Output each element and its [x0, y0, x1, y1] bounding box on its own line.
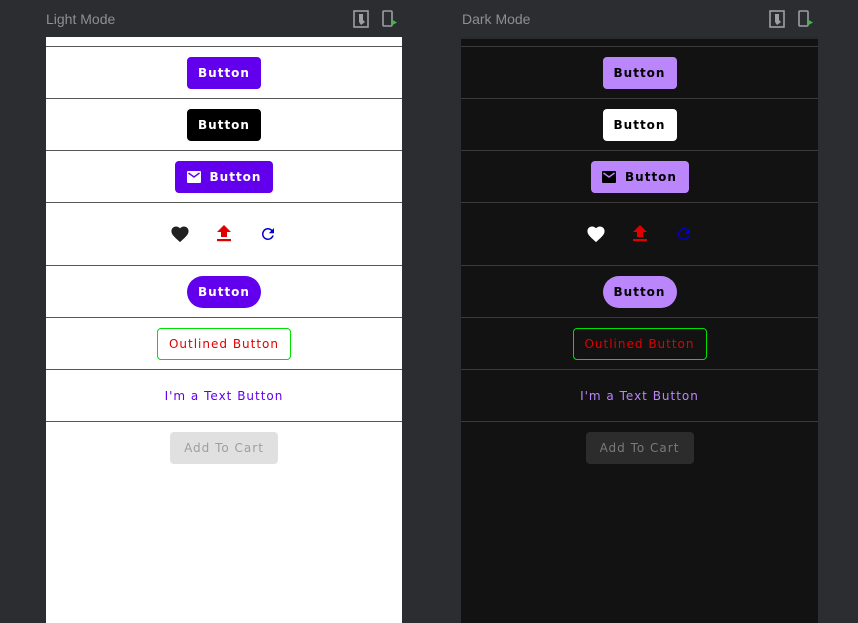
pill-button[interactable]: Button — [187, 275, 261, 308]
favorite-button[interactable] — [168, 222, 192, 246]
contained-button[interactable]: Button — [602, 56, 677, 89]
portrait-device-icon[interactable] — [352, 10, 370, 28]
row-icon-button: Button — [461, 150, 818, 202]
row-disabled-button: Add To Cart — [461, 421, 818, 473]
contained-button[interactable]: Button — [187, 56, 261, 89]
heart-icon — [171, 226, 189, 243]
mail-icon — [602, 170, 617, 183]
device-preview-icon[interactable] — [796, 10, 814, 28]
row-black-button: Button — [461, 98, 818, 150]
mail-button-label: Button — [209, 169, 262, 184]
row-contained-button: Button — [461, 46, 818, 98]
upload-icon — [632, 225, 647, 242]
row-pill-button: Button — [46, 265, 402, 317]
upload-button[interactable] — [212, 222, 236, 246]
refresh-button[interactable] — [672, 222, 696, 246]
mail-icon — [186, 170, 201, 183]
upload-icon — [217, 225, 231, 242]
black-button[interactable]: Button — [187, 108, 261, 141]
device-preview-icon[interactable] — [380, 10, 398, 28]
text-button[interactable]: I'm a Text Button — [570, 380, 710, 412]
dark-phone-preview: Button Button Button Button Outlined But… — [461, 37, 818, 623]
add-to-cart-button[interactable]: Add To Cart — [585, 431, 694, 464]
row-contained-button: Button — [46, 46, 402, 98]
row-text-button: I'm a Text Button — [46, 369, 402, 421]
add-to-cart-button[interactable]: Add To Cart — [170, 431, 278, 464]
dark-mode-title: Dark Mode — [462, 11, 531, 27]
outlined-button[interactable]: Outlined Button — [572, 327, 707, 360]
favorite-button[interactable] — [584, 222, 608, 246]
outlined-button[interactable]: Outlined Button — [157, 327, 291, 360]
light-mode-title: Light Mode — [46, 11, 116, 27]
row-disabled-button: Add To Cart — [46, 421, 402, 473]
row-outlined-button: Outlined Button — [46, 317, 402, 369]
pill-button[interactable]: Button — [602, 275, 677, 308]
mail-button[interactable]: Button — [590, 160, 689, 193]
row-black-button: Button — [46, 98, 402, 150]
text-button[interactable]: I'm a Text Button — [154, 380, 294, 412]
refresh-icon — [261, 227, 274, 240]
row-icon-button: Button — [46, 150, 402, 202]
row-outlined-button: Outlined Button — [461, 317, 818, 369]
refresh-icon — [677, 227, 690, 240]
row-pill-button: Button — [461, 265, 818, 317]
black-button[interactable]: Button — [602, 108, 677, 141]
upload-button[interactable] — [628, 222, 652, 246]
row-icon-buttons — [46, 202, 402, 265]
mail-button[interactable]: Button — [175, 160, 273, 193]
row-text-button: I'm a Text Button — [461, 369, 818, 421]
refresh-button[interactable] — [256, 222, 280, 246]
mail-button-label: Button — [625, 169, 677, 184]
portrait-device-icon[interactable] — [768, 10, 786, 28]
light-phone-preview: Button Button Button Button Outlined But… — [46, 37, 402, 623]
heart-icon — [586, 226, 605, 243]
row-icon-buttons — [461, 202, 818, 265]
